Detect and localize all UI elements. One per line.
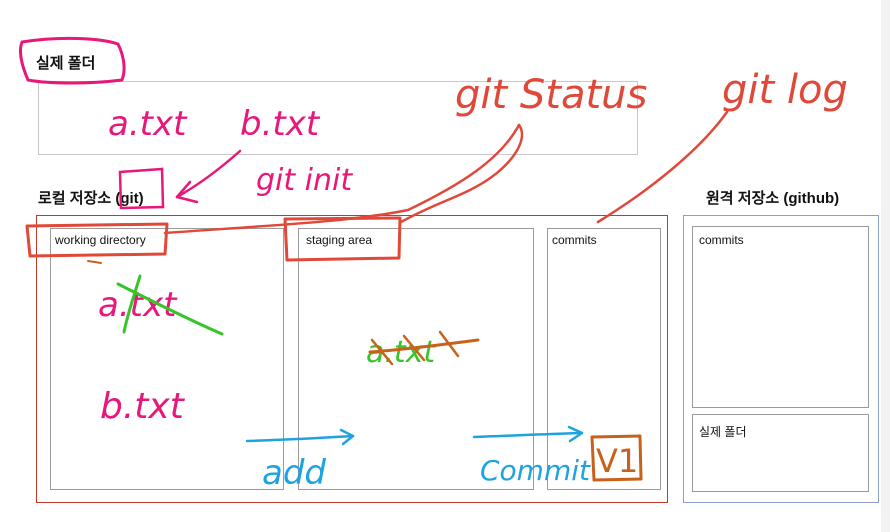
commits-label: commits <box>552 233 597 247</box>
local-repo-heading: 로컬 저장소 (git) <box>38 190 144 207</box>
staging-area-box <box>298 228 534 490</box>
working-directory-box <box>50 228 284 490</box>
real-folder-box <box>38 81 638 155</box>
real-folder-heading: 실제 폴더 <box>36 55 96 72</box>
git-log-text: git log <box>722 67 848 113</box>
window-edge <box>881 0 890 532</box>
staging-area-label: staging area <box>306 233 373 247</box>
working-directory-label: working directory <box>55 233 146 247</box>
remote-repo-heading: 원격 저장소 (github) <box>706 190 840 207</box>
remote-real-folder-label: 실제 폴더 <box>699 425 747 439</box>
git-init-text: git init <box>256 163 353 198</box>
remote-commits-box <box>692 226 869 408</box>
remote-commits-label: commits <box>699 233 744 247</box>
git-init-arrow <box>175 149 242 199</box>
commits-box <box>547 228 661 490</box>
